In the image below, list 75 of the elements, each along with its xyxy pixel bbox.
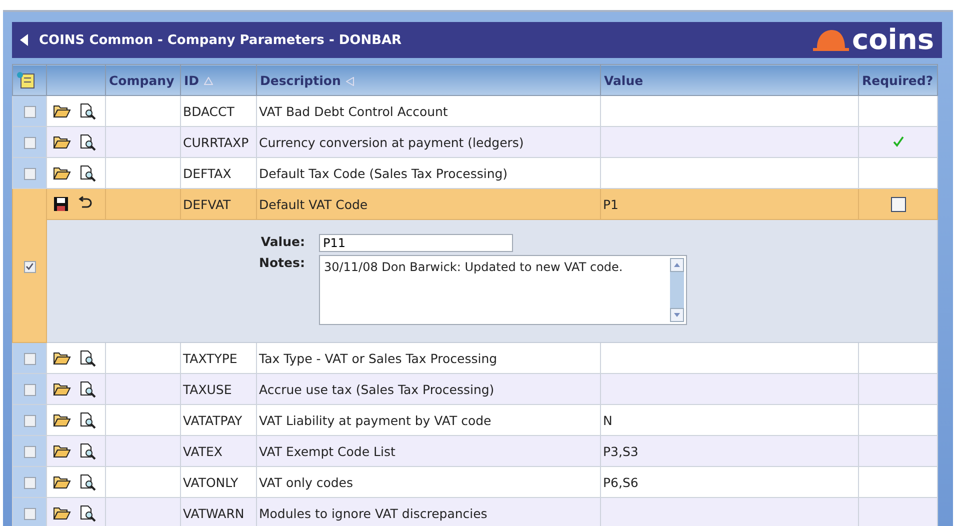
description-cell: Accrue use tax (Sales Tax Processing) [256,374,600,404]
notes-textarea[interactable]: 30/11/08 Don Barwick: Updated to new VAT code. [318,255,687,325]
id-cell: VATEX [180,436,256,466]
document-search-icon[interactable] [79,504,97,522]
folder-icon[interactable] [53,413,71,428]
value-label: Value: [260,234,305,251]
column-header[interactable]: Description [256,64,600,96]
sort-indicator-icon [346,76,354,86]
value-cell: N [600,404,858,436]
description-cell: Default VAT Code [256,188,600,220]
window-title: COINS Common - Company Parameters - DONBAR [39,32,402,48]
document-search-icon[interactable] [79,380,97,398]
folder-icon[interactable] [53,444,71,458]
column-header[interactable]: Value [600,64,858,96]
folder-icon[interactable] [53,135,71,150]
description-cell: VAT only codes [256,466,600,498]
row-checkbox[interactable] [24,415,36,428]
scroll-up-icon[interactable] [670,258,684,272]
folder-icon[interactable] [53,506,71,520]
id-cell: BDACCT [180,96,256,126]
folder-icon[interactable] [53,351,71,366]
description-cell: VAT Liability at payment by VAT code [256,404,600,436]
row-checkbox[interactable] [24,477,36,490]
value-cell: P1 [600,188,858,220]
row-checkbox[interactable] [24,106,36,118]
description-cell: Tax Type - VAT or Sales Tax Processing [256,342,600,374]
row-checkbox[interactable] [24,168,36,180]
sort-ascending-icon [204,77,214,86]
row-checkbox[interactable] [24,508,36,520]
folder-icon[interactable] [53,104,71,118]
row-checkbox[interactable] [24,446,36,458]
column-header[interactable]: Required? [858,64,938,96]
document-search-icon[interactable] [79,134,97,151]
description-cell: Currency conversion at payment (ledgers) [256,126,600,158]
value-input[interactable]: P11 [318,234,513,252]
description-cell: Modules to ignore VAT discrepancies [256,498,600,526]
folder-icon[interactable] [53,475,71,490]
scroll-down-icon[interactable] [670,308,684,322]
notes-label: Notes: [259,255,305,272]
id-cell: VATONLY [180,466,256,498]
description-cell: VAT Bad Debt Control Account [256,96,600,126]
scrollbar[interactable] [670,258,684,322]
column-header[interactable] [12,64,46,96]
id-cell: VATWARN [180,498,256,526]
document-search-icon[interactable] [79,164,97,182]
folder-icon[interactable] [53,166,71,180]
document-search-icon[interactable] [79,412,97,429]
row-checkbox[interactable] [24,260,36,273]
document-search-icon[interactable] [79,350,97,367]
description-cell: VAT Exempt Code List [256,436,600,466]
document-search-icon[interactable] [79,102,97,120]
back-arrow-icon[interactable] [20,34,29,46]
column-header[interactable]: Company [106,64,180,96]
row-checkbox[interactable] [24,353,36,366]
value-cell: P3,S3 [600,436,858,466]
id-cell: DEFTAX [180,158,256,188]
row-checkbox[interactable] [24,384,36,396]
notes-text: 30/11/08 Don Barwick: Updated to new VAT code. [322,259,624,276]
document-search-icon[interactable] [79,442,97,460]
logo-text: coins [852,26,934,54]
id-cell: CURRTAXP [180,126,256,158]
id-cell: TAXUSE [180,374,256,404]
document-search-icon[interactable] [79,474,97,491]
folder-icon[interactable] [53,382,71,396]
id-cell: VATATPAY [180,404,256,436]
hard-hat-icon [812,29,849,51]
description-cell: Default Tax Code (Sales Tax Processing) [256,158,600,188]
value-cell: P6,S6 [600,466,858,498]
id-cell: TAXTYPE [180,342,256,374]
save-icon[interactable] [53,196,69,212]
notepad-icon [16,71,36,89]
column-header[interactable]: ID [180,64,256,96]
required-checkbox[interactable] [890,197,906,212]
row-checkbox[interactable] [24,137,36,150]
id-cell: DEFVAT [180,188,256,220]
